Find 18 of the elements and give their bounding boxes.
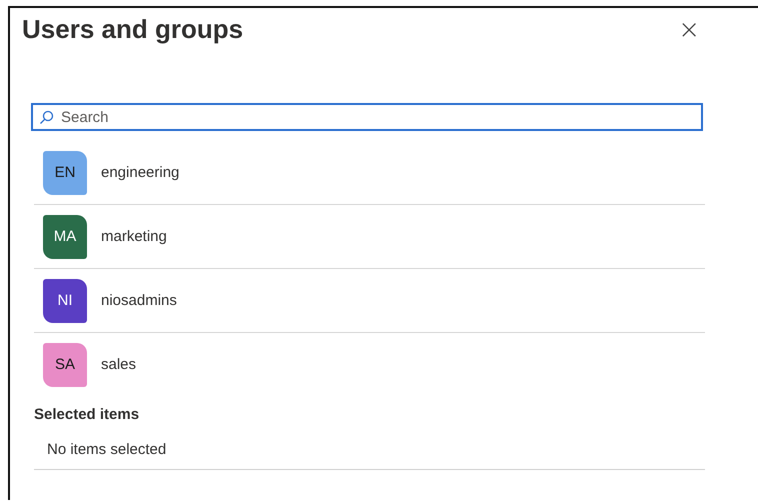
group-item[interactable]: EN engineering (34, 141, 705, 205)
group-avatar: SA (43, 342, 87, 386)
panel-title: Users and groups (22, 14, 244, 45)
group-item[interactable]: SA sales (34, 333, 705, 396)
search-icon (39, 110, 54, 125)
group-avatar: MA (43, 214, 87, 258)
section-heading: Selected items (34, 406, 140, 423)
group-avatar: EN (43, 150, 87, 194)
group-name: marketing (101, 228, 167, 245)
empty-message: No items selected (47, 441, 166, 458)
search-field[interactable]: Search (31, 103, 703, 131)
group-item[interactable]: MA marketing (34, 205, 705, 269)
group-item[interactable]: NI niosadmins (34, 269, 705, 333)
group-avatar: NI (43, 278, 87, 322)
close-button[interactable]: × (674, 16, 704, 42)
group-name: sales (101, 356, 136, 373)
group-name: niosadmins (101, 292, 177, 309)
group-name: engineering (101, 164, 180, 181)
